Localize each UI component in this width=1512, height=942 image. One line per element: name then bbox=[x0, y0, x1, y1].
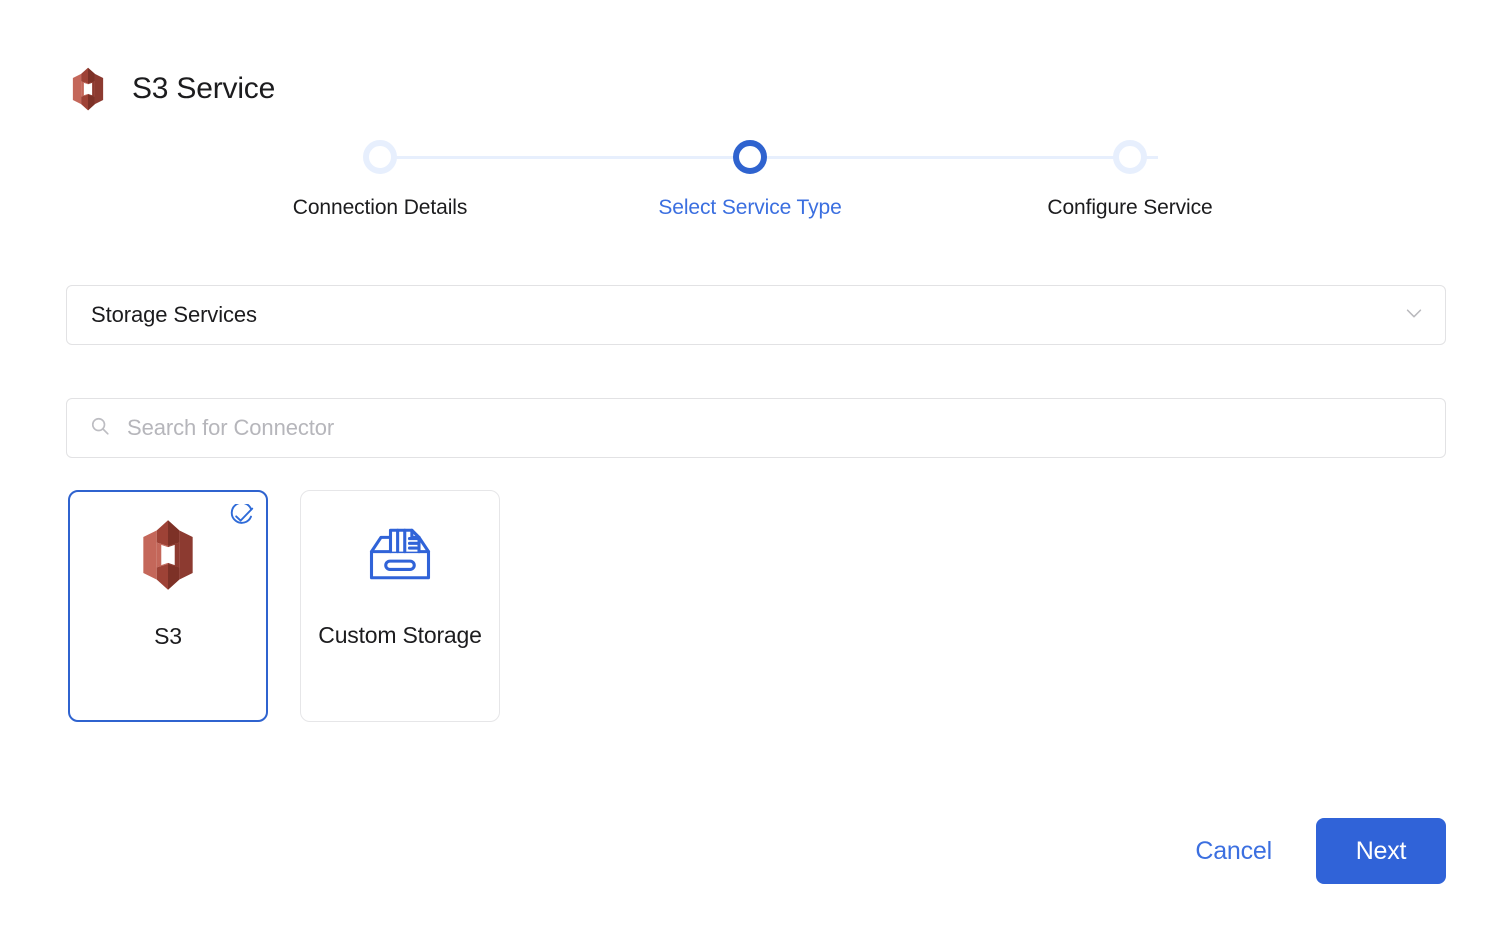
search-input[interactable] bbox=[125, 414, 1425, 442]
connector-label-s3: S3 bbox=[154, 623, 182, 649]
stepper: Select Service Type Configure Service Co… bbox=[260, 136, 1270, 246]
step-dot-3 bbox=[363, 140, 397, 174]
service-category-select[interactable]: Storage Services bbox=[66, 285, 1446, 345]
next-button[interactable]: Next bbox=[1316, 818, 1446, 884]
step-dot-2 bbox=[1113, 140, 1147, 174]
service-type-dialog: S3 Service Select Service Type Configure… bbox=[0, 0, 1512, 942]
page-title: S3 Service bbox=[132, 72, 276, 105]
cancel-button[interactable]: Cancel bbox=[1195, 837, 1272, 866]
connector-label-custom-storage: Custom Storage bbox=[318, 622, 482, 648]
service-category-value: Storage Services bbox=[91, 302, 257, 327]
step-connection-details[interactable]: Connection Details bbox=[260, 136, 500, 220]
dialog-footer: Cancel Next bbox=[1195, 818, 1446, 884]
s3-logo-icon bbox=[132, 518, 204, 597]
connector-search-box[interactable] bbox=[66, 398, 1446, 458]
connector-card-custom-storage[interactable]: Custom Storage bbox=[300, 490, 500, 722]
dialog-header: S3 Service bbox=[66, 66, 275, 112]
connector-card-list: S3 Custom Storage bbox=[68, 490, 500, 722]
step-label-3: Connection Details bbox=[292, 196, 468, 219]
connector-card-s3[interactable]: S3 bbox=[68, 490, 268, 722]
step-label-2: Configure Service bbox=[1047, 196, 1213, 219]
step-select-service-type[interactable]: Select Service Type bbox=[630, 136, 870, 220]
check-circle-icon bbox=[228, 501, 254, 530]
chevron-down-icon[interactable] bbox=[1403, 302, 1425, 329]
step-label-1: Select Service Type bbox=[658, 196, 842, 219]
file-box-icon bbox=[362, 516, 438, 597]
step-dot-1 bbox=[733, 140, 767, 174]
search-icon bbox=[89, 415, 111, 442]
s3-logo-icon bbox=[66, 66, 110, 112]
step-configure-service[interactable]: Configure Service bbox=[1010, 136, 1250, 220]
connector-icon-wrap bbox=[301, 491, 499, 621]
